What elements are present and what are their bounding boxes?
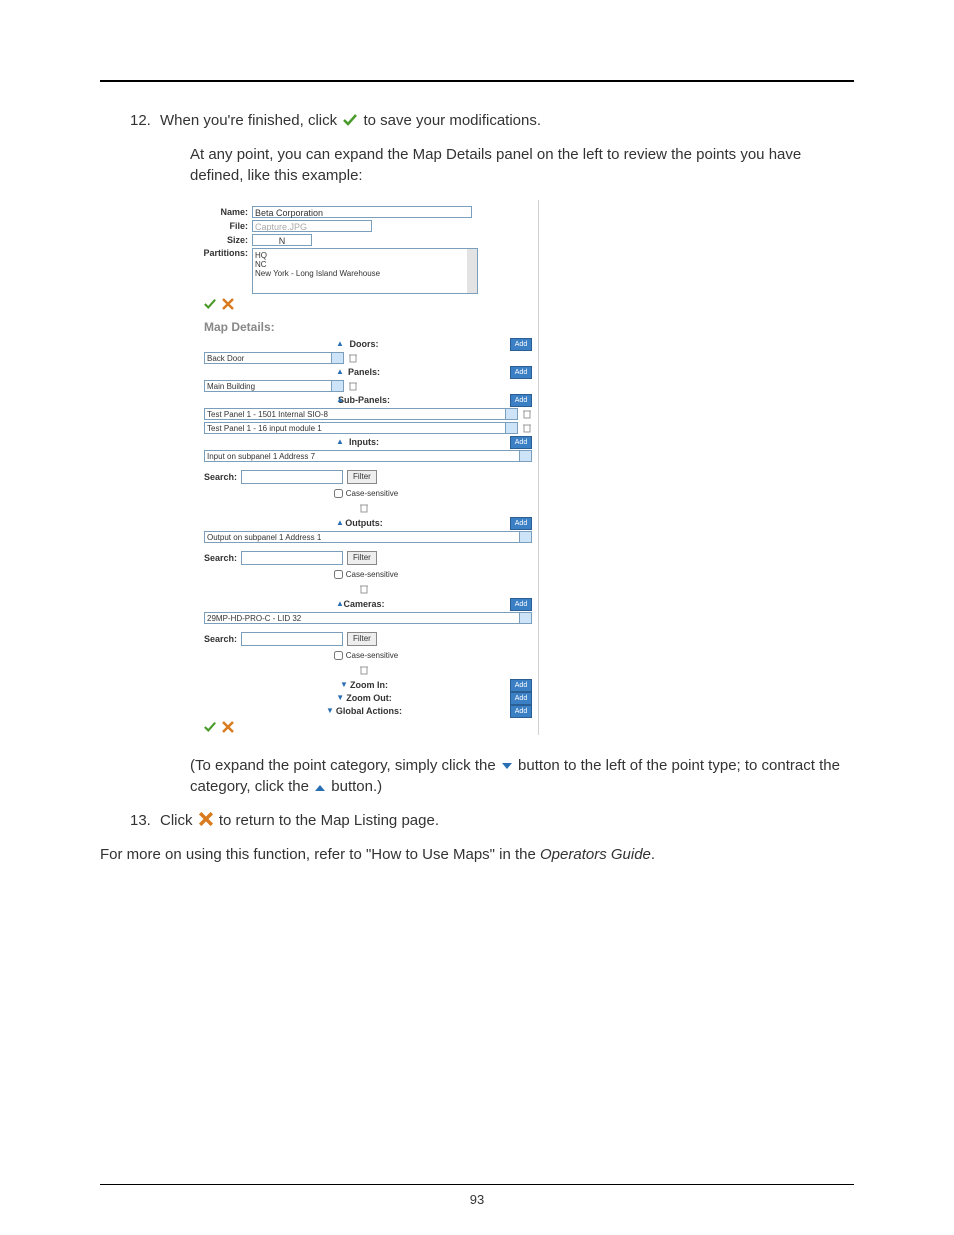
trash-icon[interactable] <box>190 503 538 515</box>
global-actions-label: Global Actions: <box>336 706 402 716</box>
partitions-listbox[interactable]: HQ NC New York - Long Island Warehouse <box>252 248 478 294</box>
expand-icon[interactable]: ▼ <box>336 693 344 702</box>
add-button[interactable]: Add <box>510 394 532 407</box>
zoom-in-label: Zoom In: <box>350 680 388 690</box>
check-icon <box>343 113 357 130</box>
more-b: . <box>651 846 655 863</box>
name-field[interactable]: Beta Corporation <box>252 206 472 218</box>
name-label: Name: <box>190 207 252 217</box>
search-input[interactable] <box>241 632 343 646</box>
collapse-icon[interactable]: ▲ <box>336 518 344 527</box>
footer-rule <box>100 1184 854 1185</box>
add-button[interactable]: Add <box>510 517 532 530</box>
case-sensitive-label: Case-sensitive <box>346 570 398 579</box>
cancel-icon <box>199 812 213 830</box>
cameras-heading: Cameras: <box>343 599 384 609</box>
size-label: Size: <box>190 235 252 245</box>
panels-select[interactable]: Main Building <box>204 380 344 392</box>
outputs-select[interactable]: Output on subpanel 1 Address 1 <box>204 531 532 543</box>
caption-a: (To expand the point category, simply cl… <box>190 757 500 774</box>
size-field[interactable]: N <box>252 234 312 246</box>
partition-item[interactable]: NC <box>255 260 475 269</box>
collapse-icon[interactable]: ▲ <box>336 339 344 348</box>
case-sensitive-label: Case-sensitive <box>346 489 398 498</box>
subpanels-heading: Sub-Panels: <box>338 395 390 405</box>
expand-arrow-icon <box>502 755 512 776</box>
partition-item[interactable]: New York - Long Island Warehouse <box>255 269 475 278</box>
caption-c: button.) <box>331 778 382 795</box>
save-icon[interactable] <box>204 721 216 735</box>
panels-heading: Panels: <box>348 367 380 377</box>
file-label: File: <box>190 221 252 231</box>
search-input[interactable] <box>241 470 343 484</box>
case-sensitive-checkbox[interactable] <box>334 651 343 660</box>
cameras-select[interactable]: 29MP-HD-PRO-C - LID 32 <box>204 612 532 624</box>
inputs-heading: Inputs: <box>349 437 379 447</box>
collapse-icon[interactable]: ▲ <box>336 437 344 446</box>
trash-icon[interactable] <box>522 409 532 419</box>
case-sensitive-checkbox[interactable] <box>334 489 343 498</box>
add-button[interactable]: Add <box>510 679 532 692</box>
filter-button[interactable]: Filter <box>347 551 377 565</box>
step-13: 13. Click to return to the Map Listing p… <box>130 812 854 830</box>
subpanel-select[interactable]: Test Panel 1 - 16 input module 1 <box>204 422 518 434</box>
collapse-arrow-icon <box>315 777 325 798</box>
collapse-icon[interactable]: ▲ <box>336 367 344 376</box>
subpanel-select[interactable]: Test Panel 1 - 1501 Internal SIO-8 <box>204 408 518 420</box>
collapse-icon[interactable]: ▲ <box>336 395 344 404</box>
expand-paragraph: At any point, you can expand the Map Det… <box>190 144 854 186</box>
search-input[interactable] <box>241 551 343 565</box>
cancel-icon[interactable] <box>222 298 234 312</box>
cancel-icon[interactable] <box>222 721 234 735</box>
step-12: 12. When you're finished, click to save … <box>130 112 854 130</box>
add-button[interactable]: Add <box>510 705 532 718</box>
search-label: Search: <box>204 553 237 563</box>
step-text-a: Click <box>160 812 197 829</box>
scrollbar[interactable] <box>467 249 477 293</box>
trash-icon[interactable] <box>190 665 538 677</box>
outputs-heading: Outputs: <box>345 518 383 528</box>
trash-icon[interactable] <box>522 423 532 433</box>
step-number: 13. <box>130 812 160 830</box>
guide-title: Operators Guide <box>540 846 651 863</box>
collapse-icon[interactable]: ▲ <box>336 599 344 608</box>
filter-button[interactable]: Filter <box>347 470 377 484</box>
step-text-a: When you're finished, click <box>160 112 341 129</box>
partition-item[interactable]: HQ <box>255 251 475 260</box>
add-button[interactable]: Add <box>510 338 532 351</box>
doors-select[interactable]: Back Door <box>204 352 344 364</box>
zoom-out-label: Zoom Out: <box>346 693 392 703</box>
trash-icon[interactable] <box>190 584 538 596</box>
add-button[interactable]: Add <box>510 598 532 611</box>
partitions-label: Partitions: <box>190 248 252 258</box>
more-paragraph: For more on using this function, refer t… <box>100 844 854 865</box>
case-sensitive-checkbox[interactable] <box>334 570 343 579</box>
step-text-b: to save your modifications. <box>363 112 541 129</box>
add-button[interactable]: Add <box>510 692 532 705</box>
step-number: 12. <box>130 112 160 130</box>
caption-paragraph: (To expand the point category, simply cl… <box>190 755 854 798</box>
trash-icon[interactable] <box>348 381 358 391</box>
expand-icon[interactable]: ▼ <box>340 680 348 689</box>
file-field[interactable]: Capture.JPG <box>252 220 372 232</box>
map-details-heading: Map Details: <box>204 320 538 334</box>
expand-icon[interactable]: ▼ <box>326 706 334 715</box>
search-label: Search: <box>204 472 237 482</box>
doors-heading: Doors: <box>350 339 379 349</box>
page-number: 93 <box>0 1192 954 1207</box>
map-details-figure: Name: Beta Corporation File: Capture.JPG… <box>190 200 539 735</box>
top-rule <box>100 80 854 82</box>
search-label: Search: <box>204 634 237 644</box>
save-icon[interactable] <box>204 298 216 312</box>
add-button[interactable]: Add <box>510 436 532 449</box>
add-button[interactable]: Add <box>510 366 532 379</box>
filter-button[interactable]: Filter <box>347 632 377 646</box>
more-a: For more on using this function, refer t… <box>100 846 540 863</box>
inputs-select[interactable]: Input on subpanel 1 Address 7 <box>204 450 532 462</box>
trash-icon[interactable] <box>348 353 358 363</box>
step-text-b: to return to the Map Listing page. <box>219 812 439 829</box>
case-sensitive-label: Case-sensitive <box>346 651 398 660</box>
